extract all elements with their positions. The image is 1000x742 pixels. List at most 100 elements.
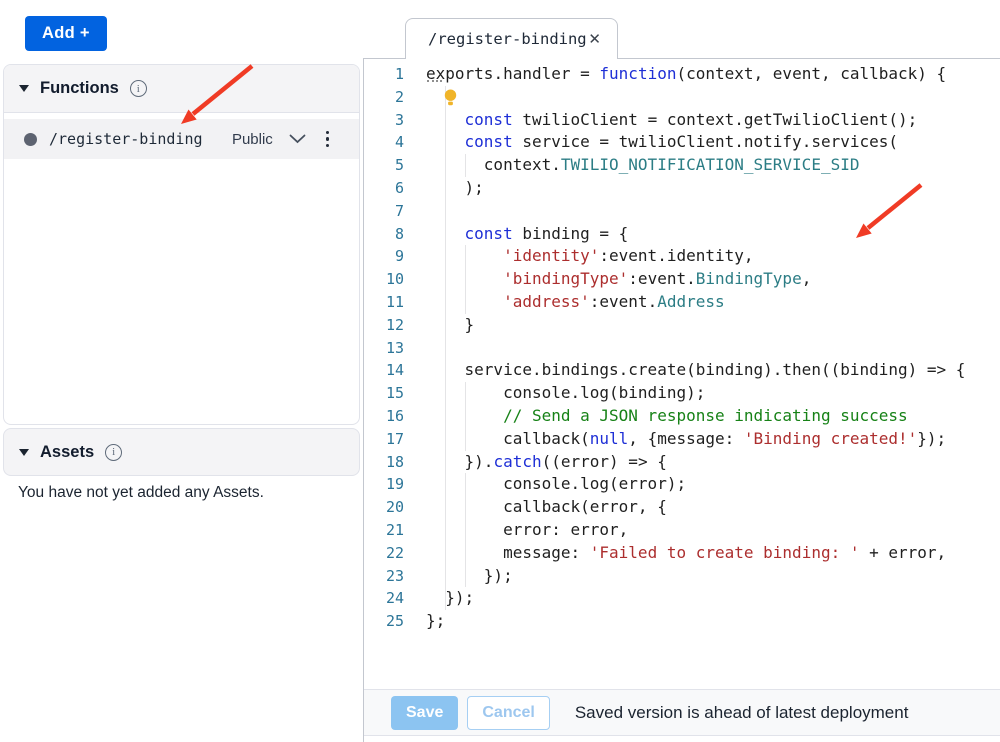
code-line[interactable]: error: error,	[426, 519, 998, 542]
gutter-line-number: 23	[364, 565, 404, 588]
editor-tab-label: /register-binding	[428, 30, 588, 48]
collapse-triangle-icon[interactable]	[19, 449, 29, 456]
code-line[interactable]: callback(null, {message: 'Binding create…	[426, 428, 998, 451]
code-line[interactable]: console.log(binding);	[426, 382, 998, 405]
info-icon[interactable]: i	[130, 80, 147, 97]
editor-tab[interactable]: /register-binding ✕	[405, 18, 618, 59]
code-line[interactable]: message: 'Failed to create binding: ' + …	[426, 542, 998, 565]
gutter-line-number: 1	[364, 63, 404, 86]
code-line[interactable]: const service = twilioClient.notify.serv…	[426, 131, 998, 154]
code-editor-panel: 1234567891011121314151617181920212223242…	[363, 58, 1000, 742]
gutter-line-number: 11	[364, 291, 404, 314]
gutter-line-number: 7	[364, 200, 404, 223]
gutter-line-number: 18	[364, 451, 404, 474]
indent-guide	[445, 109, 446, 132]
assets-section-header[interactable]: Assets i	[3, 428, 360, 476]
code-lines[interactable]: exports.handler = function(context, even…	[426, 63, 998, 633]
code-line[interactable]: 'bindingType':event.BindingType,	[426, 268, 998, 291]
indent-guide	[445, 519, 446, 542]
editor-footer-bar: Save Cancel Saved version is ahead of la…	[364, 689, 1000, 736]
indent-guide	[445, 587, 446, 610]
functions-section-title: Functions	[40, 79, 119, 98]
indent-guide	[445, 473, 446, 496]
indent-guide	[465, 565, 466, 588]
functions-section-header[interactable]: Functions i	[4, 65, 359, 113]
code-line[interactable]: console.log(error);	[426, 473, 998, 496]
indent-guide	[445, 154, 446, 177]
indent-guide	[465, 154, 466, 177]
code-line[interactable]: // Send a JSON response indicating succe…	[426, 405, 998, 428]
code-line[interactable]: });	[426, 565, 998, 588]
code-line[interactable]: };	[426, 610, 998, 633]
code-line[interactable]	[426, 337, 998, 360]
code-line[interactable]: const binding = {	[426, 223, 998, 246]
gutter-line-number: 17	[364, 428, 404, 451]
indent-guide	[445, 405, 446, 428]
gutter-line-number: 16	[364, 405, 404, 428]
indent-guide	[465, 382, 466, 405]
gutter-line-number: 9	[364, 245, 404, 268]
indent-guide	[465, 405, 466, 428]
indent-guide	[465, 496, 466, 519]
gutter-line-number: 21	[364, 519, 404, 542]
indent-guide	[465, 519, 466, 542]
indent-guide	[445, 359, 446, 382]
function-list-item[interactable]: /register-binding Public	[4, 119, 359, 159]
gutter-line-number: 3	[364, 109, 404, 132]
indent-guide	[465, 542, 466, 565]
code-line[interactable]: 'identity':event.identity,	[426, 245, 998, 268]
gutter-line-number: 2	[364, 86, 404, 109]
cancel-button[interactable]: Cancel	[467, 696, 549, 730]
collapse-triangle-icon[interactable]	[19, 85, 29, 92]
more-options-kebab-icon[interactable]	[324, 129, 331, 149]
indent-guide	[465, 291, 466, 314]
indent-guide	[445, 496, 446, 519]
code-line[interactable]: );	[426, 177, 998, 200]
code-line[interactable]: }	[426, 314, 998, 337]
gutter-line-number: 5	[364, 154, 404, 177]
code-line[interactable]: context.TWILIO_NOTIFICATION_SERVICE_SID	[426, 154, 998, 177]
code-line[interactable]: const twilioClient = context.getTwilioCl…	[426, 109, 998, 132]
indent-guide	[445, 268, 446, 291]
indent-guide	[445, 382, 446, 405]
gutter-line-number: 25	[364, 610, 404, 633]
gutter-line-number: 8	[364, 223, 404, 246]
indent-guide	[445, 314, 446, 337]
assets-empty-message: You have not yet added any Assets.	[18, 484, 264, 502]
chevron-down-icon[interactable]	[289, 134, 306, 144]
code-line[interactable]: });	[426, 587, 998, 610]
gutter-line-number: 19	[364, 473, 404, 496]
add-button[interactable]: Add +	[25, 16, 107, 51]
code-line[interactable]: }).catch((error) => {	[426, 451, 998, 474]
code-line[interactable]	[426, 200, 998, 223]
code-line[interactable]: callback(error, {	[426, 496, 998, 519]
gutter-line-number: 24	[364, 587, 404, 610]
indent-guide	[445, 451, 446, 474]
function-visibility-label[interactable]: Public	[232, 131, 273, 148]
gutter-line-number: 22	[364, 542, 404, 565]
indent-guide	[465, 268, 466, 291]
code-line[interactable]	[426, 86, 998, 109]
code-line[interactable]: service.bindings.create(binding).then((b…	[426, 359, 998, 382]
save-button[interactable]: Save	[391, 696, 458, 730]
gutter-line-number: 10	[364, 268, 404, 291]
indent-guide	[445, 542, 446, 565]
indent-guide	[445, 291, 446, 314]
info-icon[interactable]: i	[105, 444, 122, 461]
gutter-line-number: 6	[364, 177, 404, 200]
editor-gutter: 1234567891011121314151617181920212223242…	[364, 63, 408, 633]
indent-guide	[445, 337, 446, 360]
indent-guide	[445, 200, 446, 223]
functions-section: Functions i /register-binding Public	[3, 64, 360, 425]
indent-guide	[445, 245, 446, 268]
gutter-line-number: 4	[364, 131, 404, 154]
indent-guide	[465, 473, 466, 496]
function-status-dot-icon	[24, 133, 37, 146]
tab-close-icon[interactable]: ✕	[588, 32, 601, 47]
code-line[interactable]: 'address':event.Address	[426, 291, 998, 314]
indent-guide	[445, 223, 446, 246]
assets-section-title: Assets	[40, 443, 94, 462]
gutter-line-number: 20	[364, 496, 404, 519]
code-line[interactable]: exports.handler = function(context, even…	[426, 63, 998, 86]
gutter-line-number: 15	[364, 382, 404, 405]
